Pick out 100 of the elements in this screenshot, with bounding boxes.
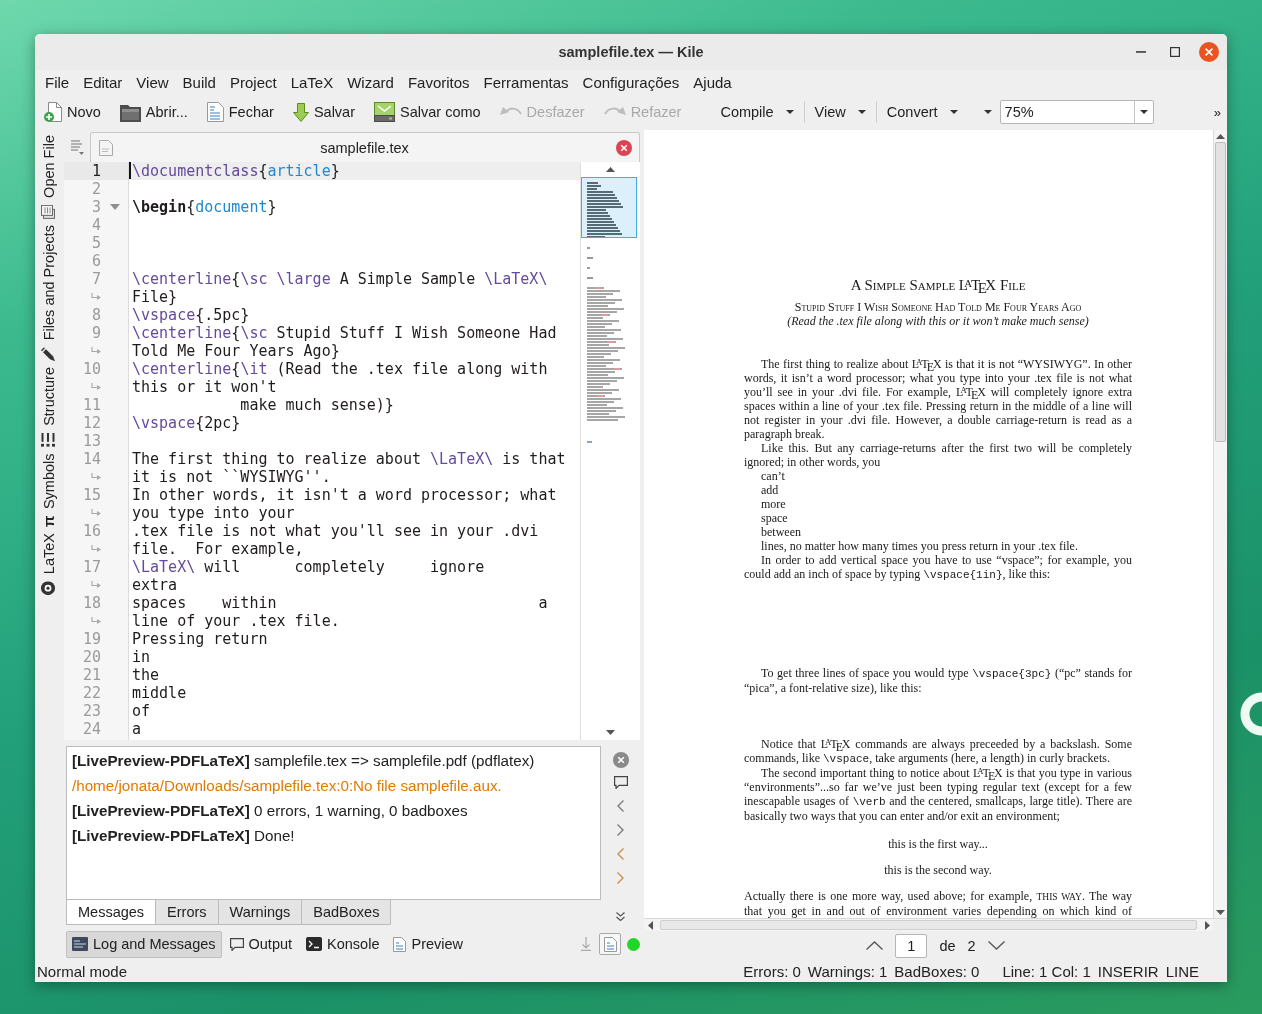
code-line: \begin{document}	[132, 198, 277, 216]
document-toggle-button[interactable]	[599, 933, 621, 955]
scrollbar-thumb[interactable]	[660, 920, 1197, 930]
view-tab[interactable]: Preview	[387, 930, 470, 958]
scroll-down-icon[interactable]	[1216, 909, 1225, 915]
menu-item[interactable]: Configurações	[575, 73, 687, 91]
code-line: .tex file is not what you'll see in your .dvi	[132, 522, 539, 540]
code-line: \centerline{\sc Stupid Stuff I Wish Someone Had	[132, 324, 557, 342]
view-tab[interactable]: Output	[223, 930, 299, 958]
vertical-scrollbar[interactable]	[1213, 130, 1227, 918]
paragraph: Actually there is one more way, used above; for example, THIS WAY. The way that you get in and out of environment varies depending on which kind of	[744, 889, 1132, 918]
code-line: you type into your	[132, 504, 295, 522]
code-line: \vspace{.5pc}	[132, 306, 250, 324]
compile-dropdown[interactable]: Compile	[712, 101, 802, 123]
wrap-icon	[91, 545, 101, 553]
panel-tab[interactable]: Warnings	[218, 900, 303, 925]
close-icon[interactable]	[1199, 42, 1219, 62]
line-number: 6	[91, 252, 101, 270]
status-text: LINE	[1165, 962, 1199, 980]
line-number: 23	[82, 702, 101, 720]
close-icon[interactable]	[616, 139, 632, 156]
line-number: 3	[91, 198, 101, 216]
menu-item[interactable]: File	[38, 73, 77, 91]
caret-icon	[949, 110, 958, 114]
scrollbar-thumb[interactable]	[1215, 142, 1226, 442]
zoom-combo[interactable]: 75%	[999, 100, 1154, 124]
sidebar-tab[interactable]: Open File	[35, 132, 62, 222]
log-message: [LivePreview-PDFLaTeX] samplefile.tex => samplefile.pdf (pdflatex)	[72, 751, 536, 771]
scroll-up-icon[interactable]	[606, 167, 615, 172]
menu-item[interactable]: Favoritos	[400, 73, 477, 91]
line-number: 15	[82, 486, 101, 504]
convert-dropdown[interactable]: Convert	[878, 101, 966, 123]
open-button[interactable]: Abrir...	[115, 99, 192, 125]
panel-tab[interactable]: Messages	[66, 900, 157, 925]
menu-item[interactable]: Editar	[76, 73, 130, 91]
menu-item[interactable]: Project	[222, 73, 284, 91]
tex-file-icon	[99, 139, 113, 156]
code-line: it is not ``WYSIWYG''.	[132, 468, 331, 486]
file-tab[interactable]: samplefile.tex	[90, 132, 640, 162]
code-line: \LaTeX\ will completely ignore	[132, 558, 485, 576]
wrap-icon	[91, 581, 101, 589]
horizontal-scrollbar[interactable]	[644, 919, 1213, 931]
centered-text: this is the first way...	[887, 837, 989, 851]
scroll-up-icon[interactable]	[1216, 133, 1225, 139]
panel-tab[interactable]: BadBoxes	[302, 900, 392, 925]
code-line: file. For example,	[132, 540, 304, 558]
double-chevron-down-icon[interactable]	[616, 912, 625, 921]
new-button[interactable]: Novo	[40, 99, 105, 125]
chevron-left-icon[interactable]	[617, 848, 624, 860]
paragraph: In order to add vertical space you have to use “vspace”; for example, you could add an inch of space by typing \vspace{1in}, like this:	[744, 553, 1132, 582]
line-number: 22	[82, 684, 101, 702]
fold-toggle-icon[interactable]	[110, 204, 120, 210]
chevron-right-icon[interactable]	[617, 872, 624, 884]
menu-item[interactable]: View	[129, 73, 176, 91]
maximize-icon[interactable]	[1170, 47, 1180, 57]
save-as-button[interactable]: Salvar como	[370, 99, 485, 125]
chevron-up-icon[interactable]	[866, 941, 884, 950]
log-window-icon	[72, 937, 88, 951]
log-message: [LivePreview-PDFLaTeX] Done!	[72, 826, 296, 846]
line-number: 8	[91, 306, 101, 324]
redo-icon	[603, 106, 626, 118]
save-button[interactable]: Salvar	[288, 99, 359, 125]
chevron-left-icon[interactable]	[617, 800, 624, 812]
chevron-right-icon[interactable]	[617, 824, 624, 836]
caret-icon	[785, 110, 794, 114]
view-tab[interactable]: Konsole	[300, 930, 386, 958]
code-line: spaces within a	[132, 594, 548, 612]
sidebar-tab[interactable]: π Symbols	[35, 449, 62, 531]
menu-item[interactable]: Ajuda	[686, 73, 739, 91]
scroll-right-icon[interactable]	[1204, 920, 1210, 930]
clear-icon[interactable]	[612, 752, 629, 768]
text-cursor	[129, 162, 131, 179]
arrow-down-icon[interactable]	[581, 937, 591, 951]
view-dropdown[interactable]: View	[806, 101, 874, 123]
close-file-button[interactable]: Fechar	[202, 99, 278, 125]
scroll-left-icon[interactable]	[647, 920, 653, 930]
text-line: more	[760, 497, 787, 511]
log-message: /home/jonata/Downloads/samplefile.tex:0:No file samplefile.aux.	[72, 776, 503, 796]
menu-item[interactable]: Build	[175, 73, 223, 91]
menu-item[interactable]: Ferramentas	[476, 73, 576, 91]
page-number-field[interactable]: 1	[895, 933, 928, 958]
code-line: \vspace{2pc}	[132, 414, 241, 432]
panel-tab[interactable]: Errors	[156, 900, 219, 925]
sidebar-tab[interactable]: Files and Projects	[35, 221, 62, 365]
minimap-viewport[interactable]	[581, 177, 637, 238]
overflow-button[interactable]: »	[1207, 104, 1227, 120]
document-list-icon[interactable]	[70, 139, 84, 155]
sidebar-tab[interactable]: Structure	[35, 364, 62, 450]
status-text: Line: 1 Col: 1	[1002, 962, 1091, 980]
line-number: 4	[91, 216, 101, 234]
menu-item[interactable]: Wizard	[340, 73, 401, 91]
menu-item[interactable]: LaTeX	[283, 73, 341, 91]
code-line: File}	[132, 288, 178, 306]
wrap-icon	[91, 473, 101, 481]
status-text: Normal mode	[37, 962, 128, 980]
view-tab[interactable]: Log and Messages	[66, 930, 222, 958]
sidebar-tab[interactable]: LaTeX	[35, 530, 62, 599]
scroll-down-icon[interactable]	[606, 730, 615, 735]
chevron-down-icon[interactable]	[987, 941, 1005, 950]
speech-bubble-icon[interactable]	[613, 776, 628, 789]
